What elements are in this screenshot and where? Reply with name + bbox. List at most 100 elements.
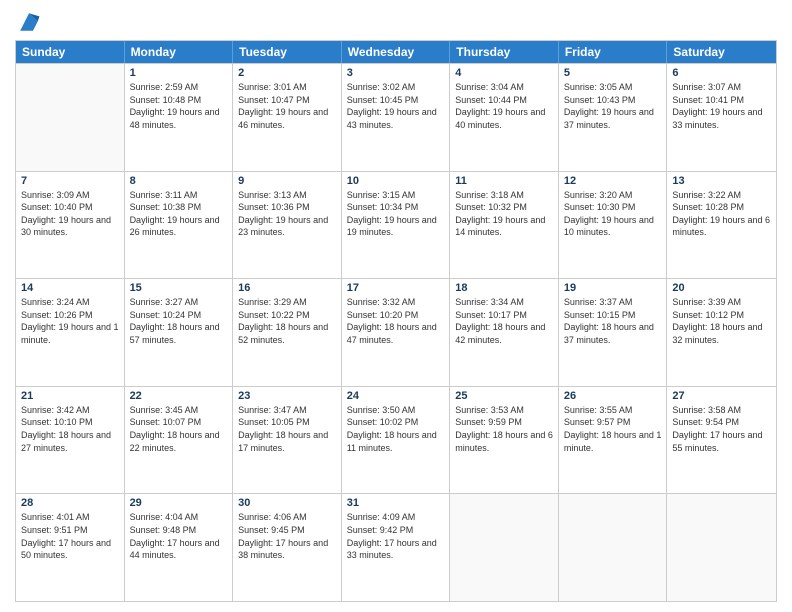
calendar-header-saturday: Saturday [667, 41, 776, 63]
cell-info: Sunrise: 3:50 AMSunset: 10:02 PMDaylight… [347, 404, 445, 454]
cell-info: Sunrise: 3:22 AMSunset: 10:28 PMDaylight… [672, 189, 771, 239]
calendar-cell: 7 Sunrise: 3:09 AMSunset: 10:40 PMDayligh… [16, 172, 125, 279]
calendar-cell: 23 Sunrise: 3:47 AMSunset: 10:05 PMDaylig… [233, 387, 342, 494]
calendar-cell: 15 Sunrise: 3:27 AMSunset: 10:24 PMDaylig… [125, 279, 234, 386]
cell-info: Sunrise: 3:24 AMSunset: 10:26 PMDaylight… [21, 296, 119, 346]
calendar-cell [667, 494, 776, 601]
calendar-header-thursday: Thursday [450, 41, 559, 63]
calendar-header-tuesday: Tuesday [233, 41, 342, 63]
calendar-cell: 14Sunrise: 3:24 AMSunset: 10:26 PMDaylig… [16, 279, 125, 386]
calendar-week-5: 28 Sunrise: 4:01 AMSunset: 9:51 PMDayligh… [16, 493, 776, 601]
day-number: 12 [564, 175, 662, 187]
day-number: 7 [21, 175, 119, 187]
calendar-cell: 29 Sunrise: 4:04 AMSunset: 9:48 PMDayligh… [125, 494, 234, 601]
cell-info: Sunrise: 3:11 AMSunset: 10:38 PMDaylight… [130, 189, 228, 239]
day-number: 18 [455, 282, 553, 294]
calendar-cell: 20 Sunrise: 3:39 AMSunset: 10:12 PMDaylig… [667, 279, 776, 386]
cell-info: Sunrise: 3:07 AMSunset: 10:41 PMDaylight… [672, 81, 771, 131]
cell-info: Sunrise: 3:47 AMSunset: 10:05 PMDaylight… [238, 404, 336, 454]
cell-info: Sunrise: 3:27 AMSunset: 10:24 PMDaylight… [130, 296, 228, 346]
calendar-week-2: 7 Sunrise: 3:09 AMSunset: 10:40 PMDayligh… [16, 171, 776, 279]
calendar-cell: 17 Sunrise: 3:32 AMSunset: 10:20 PMDaylig… [342, 279, 451, 386]
day-number: 1 [130, 67, 228, 79]
calendar-cell: 21 Sunrise: 3:42 AMSunset: 10:10 PMDaylig… [16, 387, 125, 494]
cell-info: Sunrise: 3:02 AMSunset: 10:45 PMDaylight… [347, 81, 445, 131]
day-number: 8 [130, 175, 228, 187]
calendar-header-sunday: Sunday [16, 41, 125, 63]
calendar-cell [559, 494, 668, 601]
calendar-cell: 16Sunrise: 3:29 AMSunset: 10:22 PMDaylig… [233, 279, 342, 386]
day-number: 15 [130, 282, 228, 294]
cell-info: Sunrise: 2:59 AMSunset: 10:48 PMDaylight… [130, 81, 228, 131]
calendar-cell: 24 Sunrise: 3:50 AMSunset: 10:02 PMDaylig… [342, 387, 451, 494]
cell-info: Sunrise: 3:09 AMSunset: 10:40 PMDaylight… [21, 189, 119, 239]
calendar-cell: 12 Sunrise: 3:20 AMSunset: 10:30 PMDaylig… [559, 172, 668, 279]
calendar-cell: 18Sunrise: 3:34 AMSunset: 10:17 PMDaylig… [450, 279, 559, 386]
day-number: 10 [347, 175, 445, 187]
calendar-cell: 30 Sunrise: 4:06 AMSunset: 9:45 PMDayligh… [233, 494, 342, 601]
day-number: 27 [672, 390, 771, 402]
day-number: 22 [130, 390, 228, 402]
calendar-cell: 22 Sunrise: 3:45 AMSunset: 10:07 PMDaylig… [125, 387, 234, 494]
calendar-cell: 5Sunrise: 3:05 AMSunset: 10:43 PMDayligh… [559, 64, 668, 171]
day-number: 2 [238, 67, 336, 79]
cell-info: Sunrise: 3:32 AMSunset: 10:20 PMDaylight… [347, 296, 445, 346]
day-number: 3 [347, 67, 445, 79]
cell-info: Sunrise: 4:01 AMSunset: 9:51 PMDaylight:… [21, 511, 119, 561]
day-number: 25 [455, 390, 553, 402]
cell-info: Sunrise: 4:04 AMSunset: 9:48 PMDaylight:… [130, 511, 228, 561]
calendar-cell: 26 Sunrise: 3:55 AMSunset: 9:57 PMDayligh… [559, 387, 668, 494]
day-number: 13 [672, 175, 771, 187]
calendar-page: SundayMondayTuesdayWednesdayThursdayFrid… [0, 0, 792, 612]
calendar-cell: 13 Sunrise: 3:22 AMSunset: 10:28 PMDaylig… [667, 172, 776, 279]
day-number: 28 [21, 497, 119, 509]
day-number: 23 [238, 390, 336, 402]
calendar-cell: 27 Sunrise: 3:58 AMSunset: 9:54 PMDayligh… [667, 387, 776, 494]
calendar-cell: 1 Sunrise: 2:59 AMSunset: 10:48 PMDayligh… [125, 64, 234, 171]
calendar-header-wednesday: Wednesday [342, 41, 451, 63]
cell-info: Sunrise: 3:01 AMSunset: 10:47 PMDaylight… [238, 81, 336, 131]
calendar-header-monday: Monday [125, 41, 234, 63]
header [15, 10, 777, 34]
day-number: 24 [347, 390, 445, 402]
cell-info: Sunrise: 3:42 AMSunset: 10:10 PMDaylight… [21, 404, 119, 454]
cell-info: Sunrise: 3:37 AMSunset: 10:15 PMDaylight… [564, 296, 662, 346]
calendar-body: 1 Sunrise: 2:59 AMSunset: 10:48 PMDayligh… [16, 63, 776, 601]
day-number: 6 [672, 67, 771, 79]
cell-info: Sunrise: 4:06 AMSunset: 9:45 PMDaylight:… [238, 511, 336, 561]
calendar-cell: 4Sunrise: 3:04 AMSunset: 10:44 PMDayligh… [450, 64, 559, 171]
cell-info: Sunrise: 3:53 AMSunset: 9:59 PMDaylight:… [455, 404, 553, 454]
calendar-cell: 25 Sunrise: 3:53 AMSunset: 9:59 PMDayligh… [450, 387, 559, 494]
day-number: 19 [564, 282, 662, 294]
calendar-cell: 10 Sunrise: 3:15 AMSunset: 10:34 PMDaylig… [342, 172, 451, 279]
day-number: 17 [347, 282, 445, 294]
cell-info: Sunrise: 3:29 AMSunset: 10:22 PMDaylight… [238, 296, 336, 346]
day-number: 29 [130, 497, 228, 509]
cell-info: Sunrise: 3:18 AMSunset: 10:32 PMDaylight… [455, 189, 553, 239]
cell-info: Sunrise: 3:13 AMSunset: 10:36 PMDaylight… [238, 189, 336, 239]
day-number: 30 [238, 497, 336, 509]
day-number: 20 [672, 282, 771, 294]
cell-info: Sunrise: 3:45 AMSunset: 10:07 PMDaylight… [130, 404, 228, 454]
calendar-cell: 6 Sunrise: 3:07 AMSunset: 10:41 PMDayligh… [667, 64, 776, 171]
calendar-week-4: 21 Sunrise: 3:42 AMSunset: 10:10 PMDaylig… [16, 386, 776, 494]
calendar: SundayMondayTuesdayWednesdayThursdayFrid… [15, 40, 777, 602]
calendar-cell: 2 Sunrise: 3:01 AMSunset: 10:47 PMDayligh… [233, 64, 342, 171]
calendar-cell: 8 Sunrise: 3:11 AMSunset: 10:38 PMDayligh… [125, 172, 234, 279]
day-number: 5 [564, 67, 662, 79]
day-number: 21 [21, 390, 119, 402]
cell-info: Sunrise: 3:58 AMSunset: 9:54 PMDaylight:… [672, 404, 771, 454]
calendar-week-3: 14Sunrise: 3:24 AMSunset: 10:26 PMDaylig… [16, 278, 776, 386]
calendar-week-1: 1 Sunrise: 2:59 AMSunset: 10:48 PMDayligh… [16, 63, 776, 171]
calendar-cell: 9 Sunrise: 3:13 AMSunset: 10:36 PMDayligh… [233, 172, 342, 279]
day-number: 9 [238, 175, 336, 187]
cell-info: Sunrise: 3:39 AMSunset: 10:12 PMDaylight… [672, 296, 771, 346]
day-number: 26 [564, 390, 662, 402]
calendar-cell: 3 Sunrise: 3:02 AMSunset: 10:45 PMDayligh… [342, 64, 451, 171]
calendar-header-row: SundayMondayTuesdayWednesdayThursdayFrid… [16, 41, 776, 63]
cell-info: Sunrise: 3:55 AMSunset: 9:57 PMDaylight:… [564, 404, 662, 454]
cell-info: Sunrise: 3:20 AMSunset: 10:30 PMDaylight… [564, 189, 662, 239]
cell-info: Sunrise: 4:09 AMSunset: 9:42 PMDaylight:… [347, 511, 445, 561]
cell-info: Sunrise: 3:15 AMSunset: 10:34 PMDaylight… [347, 189, 445, 239]
calendar-cell: 19 Sunrise: 3:37 AMSunset: 10:15 PMDaylig… [559, 279, 668, 386]
